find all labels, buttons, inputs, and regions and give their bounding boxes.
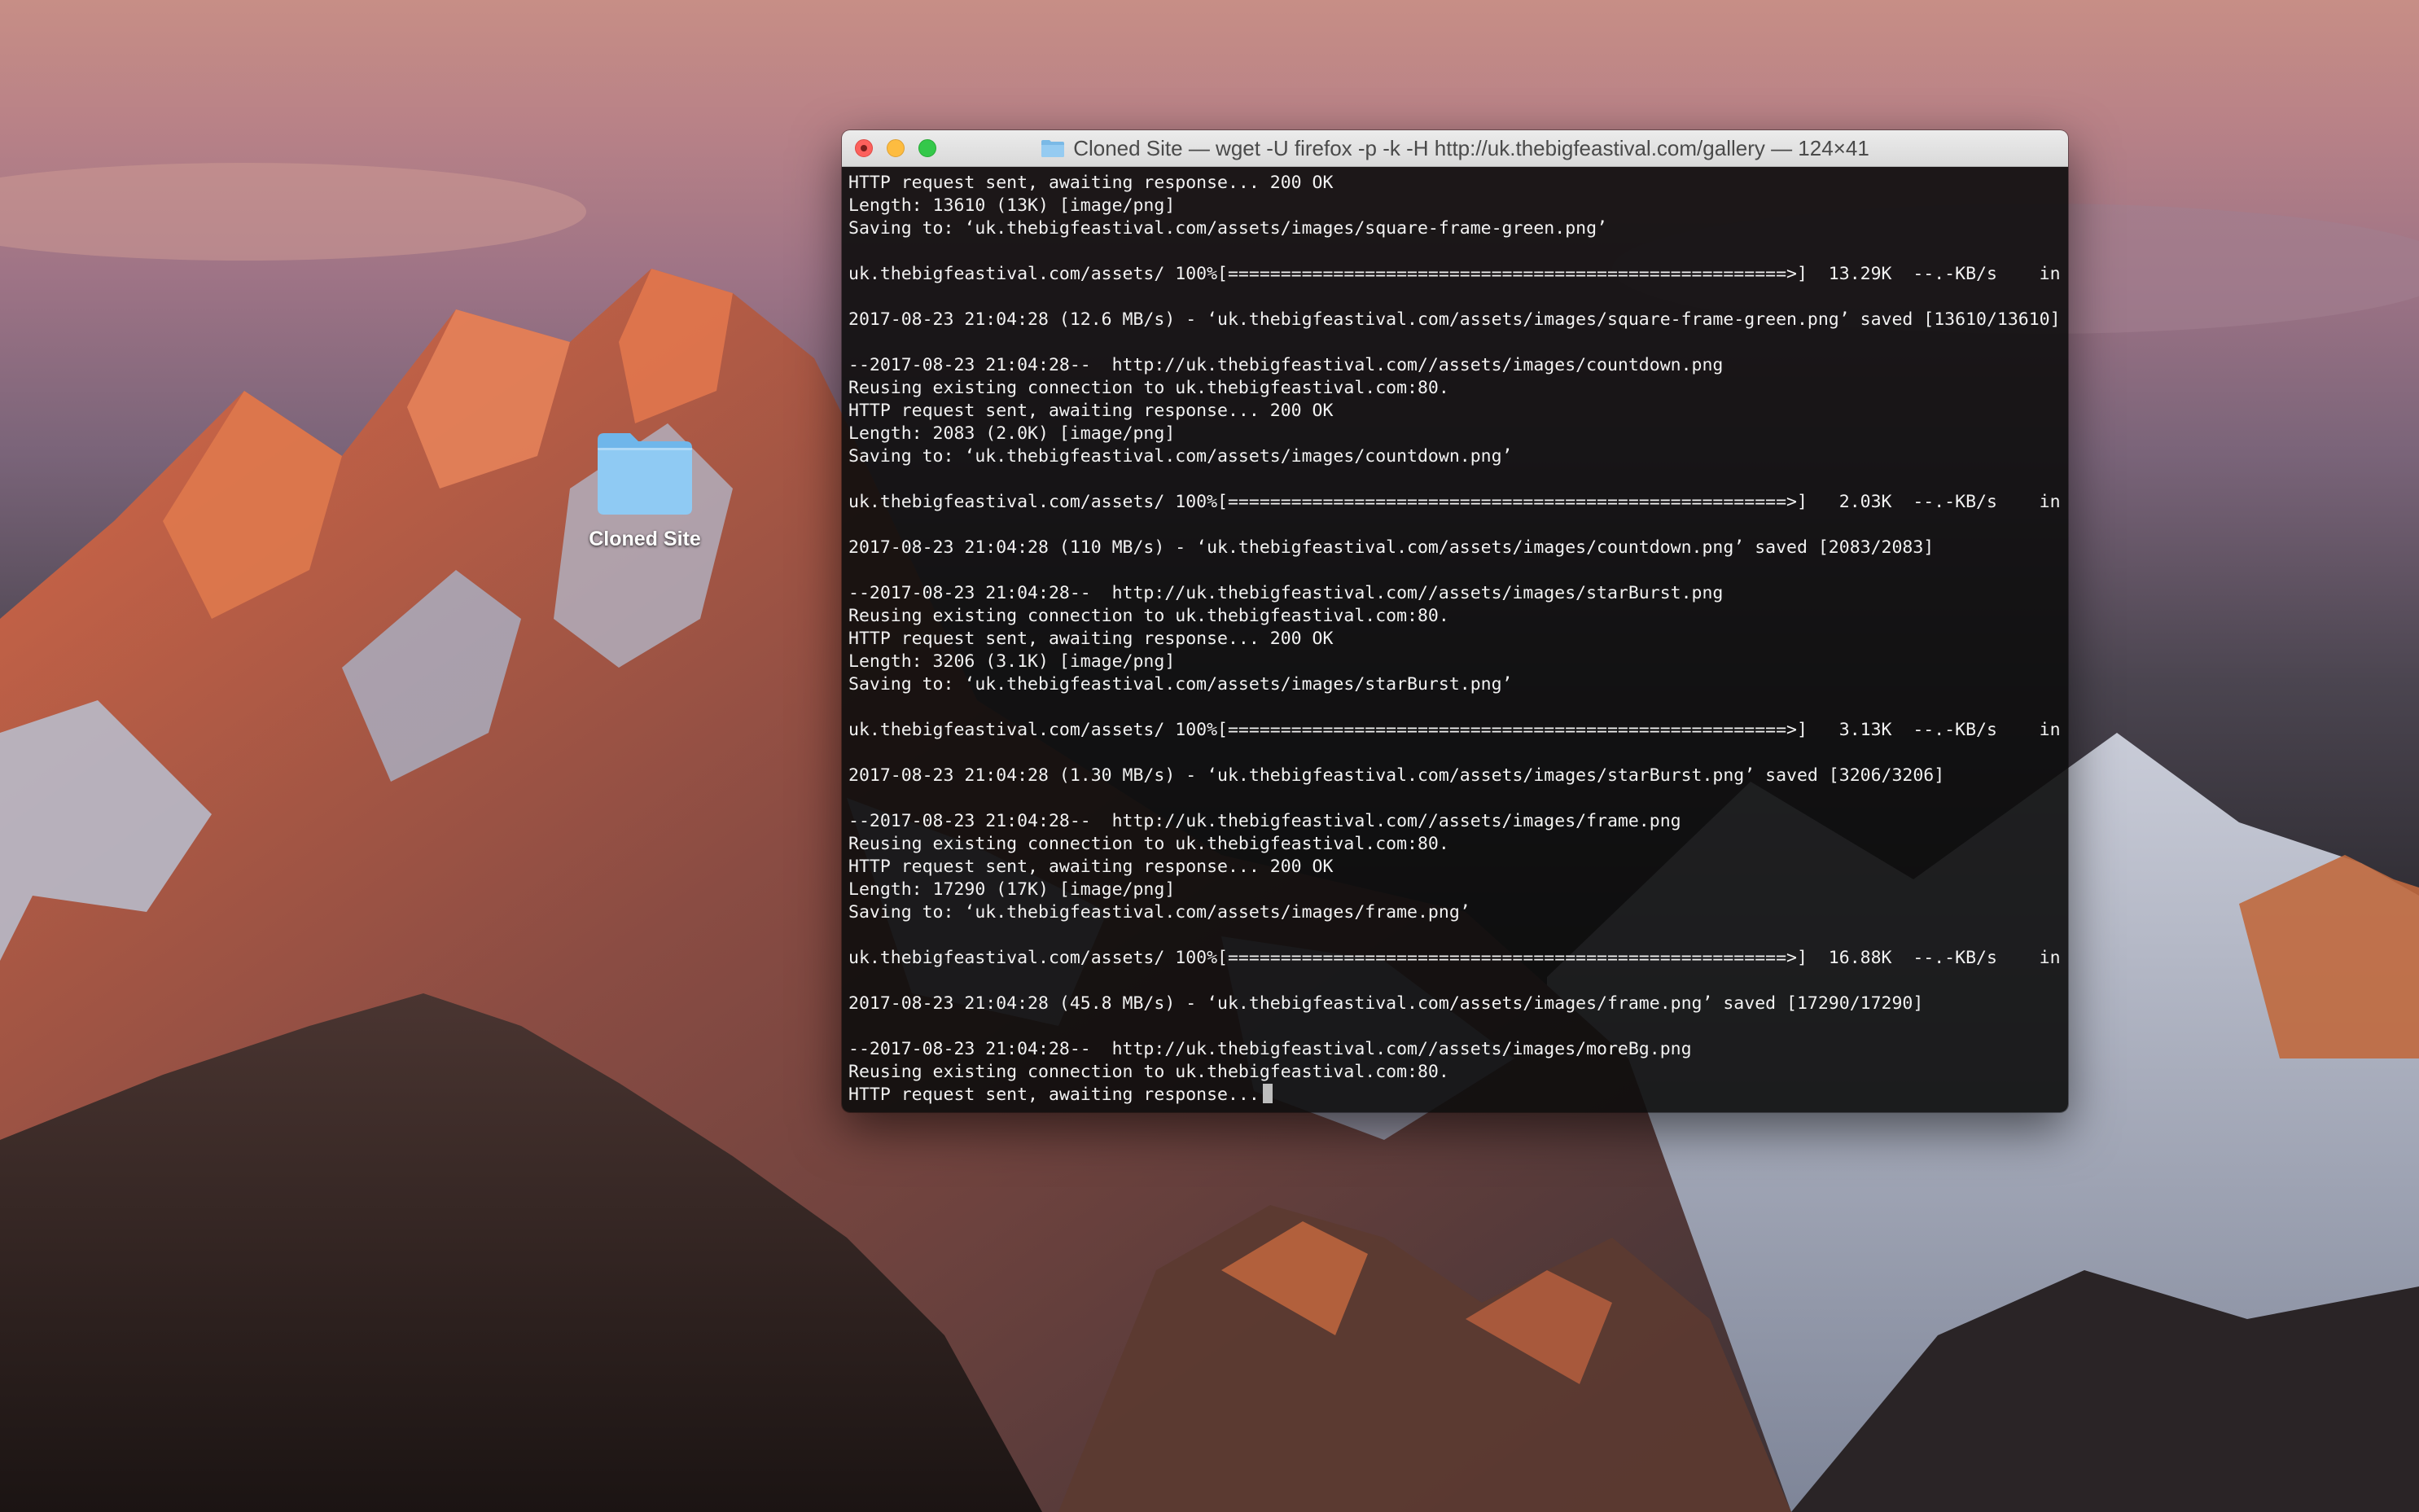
terminal-line: Saving to: ‘uk.thebigfeastival.com/asset… <box>848 674 1513 695</box>
terminal-line: Reusing existing connection to uk.thebig… <box>848 1062 1449 1082</box>
terminal-line: Length: 17290 (17K) [image/png] <box>848 879 1176 900</box>
terminal-line: 2017-08-23 21:04:28 (45.8 MB/s) - ‘uk.th… <box>848 993 1924 1014</box>
terminal-line: Saving to: ‘uk.thebigfeastival.com/asset… <box>848 902 1470 923</box>
terminal-line: HTTP request sent, awaiting response... … <box>848 629 1334 649</box>
terminal-current-line: HTTP request sent, awaiting response... <box>848 1084 2068 1107</box>
terminal-line: Length: 13610 (13K) [image/png] <box>848 195 1176 216</box>
terminal-line: Reusing existing connection to uk.thebig… <box>848 834 1449 854</box>
terminal-line: --2017-08-23 21:04:28-- http://uk.thebig… <box>848 1039 1692 1059</box>
terminal-output: HTTP request sent, awaiting response... … <box>848 172 2068 1107</box>
terminal-line: HTTP request sent, awaiting response... … <box>848 857 1334 877</box>
terminal-line: HTTP request sent, awaiting response... … <box>848 401 1334 421</box>
terminal-line: uk.thebigfeastival.com/assets/ 100%[====… <box>848 264 2068 284</box>
zoom-button[interactable] <box>918 139 936 157</box>
terminal-line: Reusing existing connection to uk.thebig… <box>848 606 1449 626</box>
terminal-line: Length: 3206 (3.1K) [image/png] <box>848 651 1176 672</box>
folder-icon <box>598 433 692 515</box>
terminal-body[interactable]: HTTP request sent, awaiting response... … <box>842 167 2068 1112</box>
terminal-cursor <box>1262 1084 1273 1103</box>
window-title: Cloned Site — wget -U firefox -p -k -H h… <box>1073 135 1869 160</box>
terminal-line: Saving to: ‘uk.thebigfeastival.com/asset… <box>848 446 1513 467</box>
terminal-line: 2017-08-23 21:04:28 (110 MB/s) - ‘uk.the… <box>848 537 1935 558</box>
terminal-line: uk.thebigfeastival.com/assets/ 100%[====… <box>848 492 2068 512</box>
title-bar[interactable]: Cloned Site — wget -U firefox -p -k -H h… <box>842 130 2068 167</box>
minimize-button[interactable] <box>887 139 905 157</box>
terminal-line: uk.thebigfeastival.com/assets/ 100%[====… <box>848 720 2068 740</box>
folder-icon <box>1041 140 1065 157</box>
terminal-line: 2017-08-23 21:04:28 (12.6 MB/s) - ‘uk.th… <box>848 309 2061 330</box>
terminal-line: uk.thebigfeastival.com/assets/ 100%[====… <box>848 948 2068 968</box>
close-button[interactable] <box>855 139 873 157</box>
terminal-line: --2017-08-23 21:04:28-- http://uk.thebig… <box>848 811 1681 831</box>
terminal-current-text: HTTP request sent, awaiting response... <box>848 1085 1260 1105</box>
terminal-line: Reusing existing connection to uk.thebig… <box>848 378 1449 398</box>
desktop-folder-cloned-site[interactable]: Cloned Site <box>585 423 705 570</box>
terminal-line: Length: 2083 (2.0K) [image/png] <box>848 423 1176 444</box>
terminal-line: 2017-08-23 21:04:28 (1.30 MB/s) - ‘uk.th… <box>848 765 1945 786</box>
terminal-line: --2017-08-23 21:04:28-- http://uk.thebig… <box>848 583 1724 603</box>
terminal-line: Saving to: ‘uk.thebigfeastival.com/asset… <box>848 218 1607 239</box>
terminal-line: HTTP request sent, awaiting response... … <box>848 173 1334 193</box>
terminal-line: --2017-08-23 21:04:28-- http://uk.thebig… <box>848 355 1724 375</box>
window-title-group: Cloned Site — wget -U firefox -p -k -H h… <box>1041 136 1869 161</box>
desktop-folder-label: Cloned Site <box>589 528 701 550</box>
terminal-window[interactable]: Cloned Site — wget -U firefox -p -k -H h… <box>842 130 2068 1112</box>
